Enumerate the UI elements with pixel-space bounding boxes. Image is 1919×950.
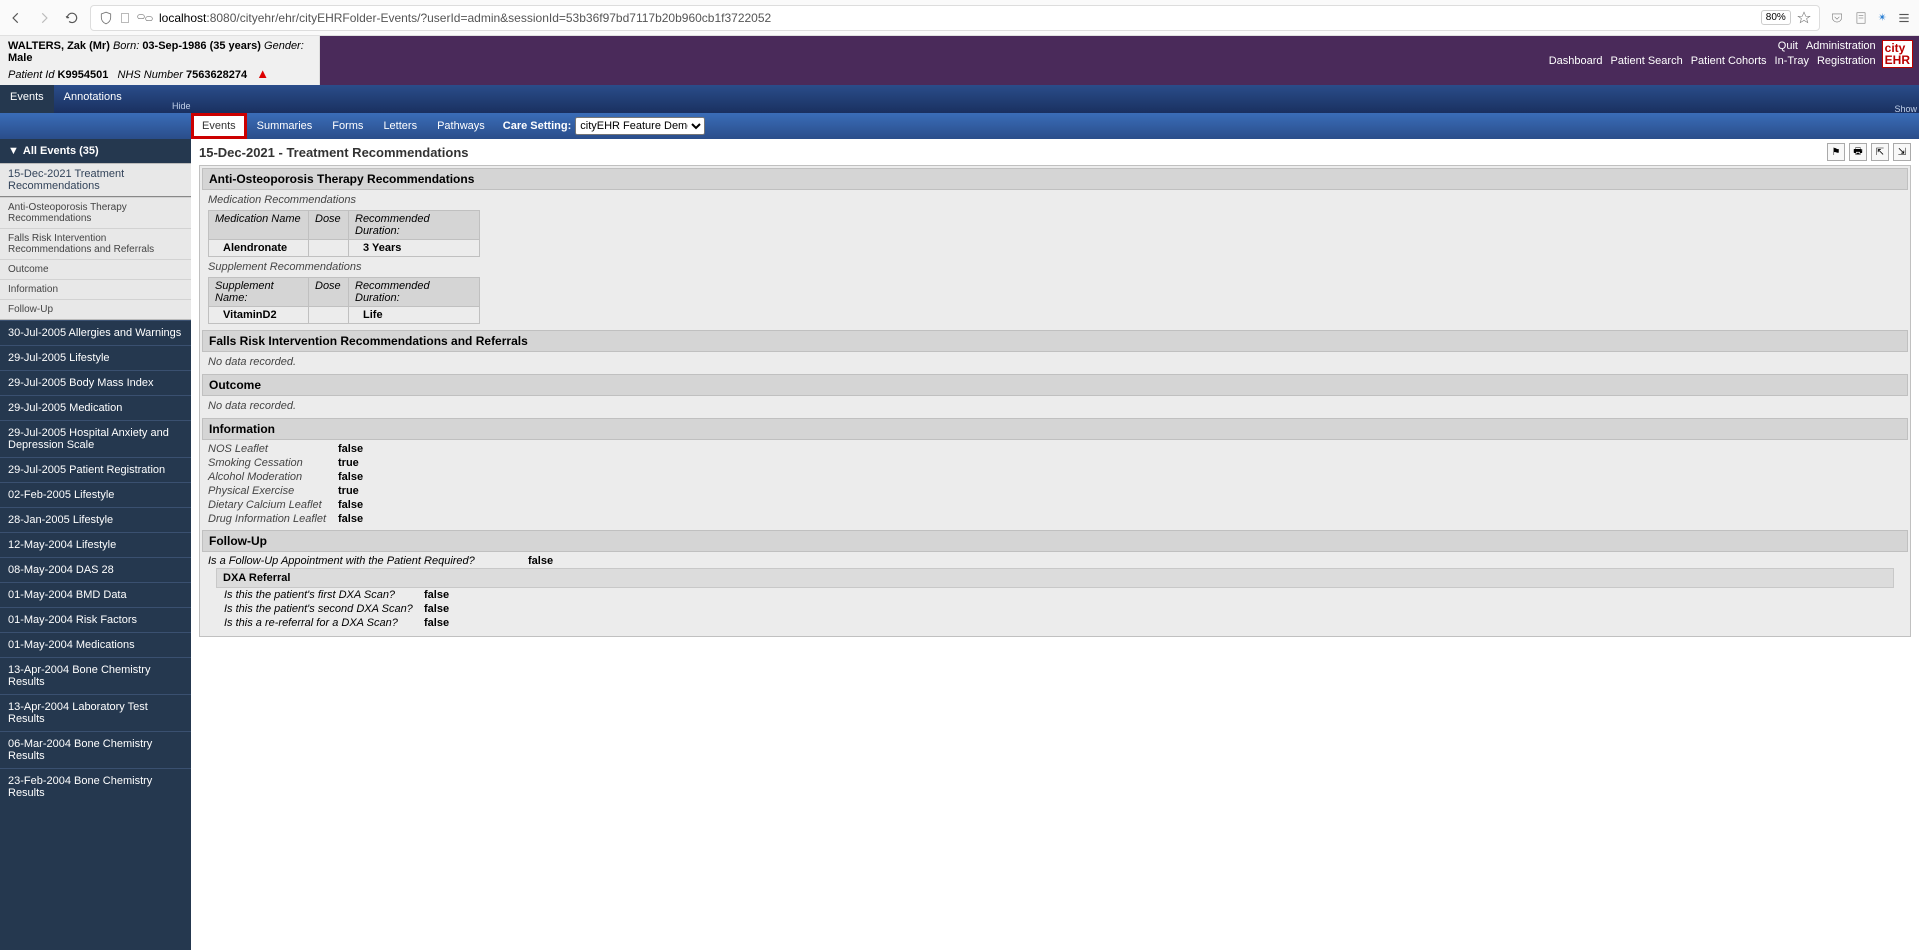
url-bar[interactable]: localhost:8080/cityehr/ehr/cityEHRFolder… [90, 5, 1820, 31]
pocket-icon[interactable] [1830, 11, 1844, 25]
caret-down-icon: ▼ [8, 145, 19, 157]
sidebar-event-item[interactable]: 01-May-2004 Risk Factors [0, 607, 191, 632]
sidebar-event-item[interactable]: 12-May-2004 Lifestyle [0, 532, 191, 557]
section-header: Follow-Up [202, 530, 1908, 552]
url-text: localhost:8080/cityehr/ehr/cityEHRFolder… [159, 11, 771, 25]
info-row: Drug Information Leafletfalse [208, 512, 1902, 526]
dxa-row: Is this the patient's first DXA Scan?fal… [216, 588, 1894, 602]
care-setting-select[interactable]: cityEHR Feature Demo [575, 117, 705, 135]
export-button[interactable]: ⇱ [1871, 143, 1889, 161]
patient-cohorts-link[interactable]: Patient Cohorts [1691, 55, 1767, 67]
content-area: 15-Dec-2021 - Treatment Recommendations … [191, 139, 1919, 950]
info-row: Dietary Calcium Leafletfalse [208, 498, 1902, 512]
browser-toolbar: localhost:8080/cityehr/ehr/cityEHRFolder… [0, 0, 1919, 36]
admin-link[interactable]: Administration [1806, 40, 1876, 52]
flag-button[interactable]: ⚑ [1827, 143, 1845, 161]
med-rec-label: Medication Recommendations [208, 192, 1902, 208]
subtab-events[interactable]: Events [191, 113, 247, 139]
content-title: 15-Dec-2021 - Treatment Recommendations [199, 145, 468, 160]
extension-icon[interactable]: ✴ [1878, 11, 1887, 24]
sup-rec-label: Supplement Recommendations [208, 259, 1902, 275]
intray-link[interactable]: In-Tray [1775, 55, 1809, 67]
events-sidebar: ▼ All Events (35) 15-Dec-2021 Treatment … [0, 139, 191, 950]
sidebar-event-item[interactable]: 02-Feb-2005 Lifestyle [0, 482, 191, 507]
dxa-header: DXA Referral [216, 568, 1894, 588]
zoom-badge[interactable]: 80% [1761, 10, 1791, 25]
main-nav: Events Annotations Hide [0, 85, 1919, 113]
no-data: No data recorded. [208, 354, 1902, 370]
warning-icon: ▲ [256, 66, 269, 81]
print-button[interactable]: 🖶 [1849, 143, 1867, 161]
app-banner: Quit Administration Dashboard Patient Se… [320, 36, 1919, 85]
info-row: Physical Exercisetrue [208, 484, 1902, 498]
page-icon [119, 11, 131, 25]
info-row: Smoking Cessationtrue [208, 456, 1902, 470]
quit-link[interactable]: Quit [1778, 40, 1798, 52]
subtab-forms[interactable]: Forms [322, 114, 373, 138]
dxa-row: Is this a re-referral for a DXA Scan?fal… [216, 616, 1894, 630]
reload-button[interactable] [64, 10, 80, 26]
sidebar-subsection[interactable]: Information [0, 279, 191, 299]
info-row: Alcohol Moderationfalse [208, 470, 1902, 484]
sidebar-subsection[interactable]: Follow-Up [0, 299, 191, 319]
sidebar-header[interactable]: ▼ All Events (35) [0, 139, 191, 163]
sub-nav: Events Summaries Forms Letters Pathways … [0, 113, 1919, 139]
dashboard-link[interactable]: Dashboard [1549, 55, 1603, 67]
sidebar-event-item[interactable]: 29-Jul-2005 Lifestyle [0, 345, 191, 370]
show-toggle[interactable]: Show [1894, 104, 1917, 114]
subtab-summaries[interactable]: Summaries [247, 114, 323, 138]
sidebar-event-item[interactable]: 13-Apr-2004 Bone Chemistry Results [0, 657, 191, 694]
menu-icon[interactable] [1897, 11, 1911, 25]
shield-icon [99, 11, 113, 25]
sidebar-event-item[interactable]: 01-May-2004 BMD Data [0, 582, 191, 607]
reader-icon[interactable] [1854, 11, 1868, 25]
followup-question: Is a Follow-Up Appointment with the Pati… [208, 554, 1902, 568]
hide-toggle[interactable]: Hide [172, 101, 191, 111]
registration-link[interactable]: Registration [1817, 55, 1876, 67]
dxa-row: Is this the patient's second DXA Scan?fa… [216, 602, 1894, 616]
sidebar-event-item[interactable]: 29-Jul-2005 Patient Registration [0, 457, 191, 482]
sidebar-event-item[interactable]: 29-Jul-2005 Body Mass Index [0, 370, 191, 395]
section-header: Anti-Osteoporosis Therapy Recommendation… [202, 168, 1908, 190]
tab-events[interactable]: Events [0, 85, 54, 113]
sidebar-event-item[interactable]: 28-Jan-2005 Lifestyle [0, 507, 191, 532]
forward-button[interactable] [36, 10, 52, 26]
sidebar-event-item[interactable]: 13-Apr-2004 Laboratory Test Results [0, 694, 191, 731]
medication-table: Medication Name Dose Recommended Duratio… [208, 210, 480, 257]
sidebar-subsection[interactable]: Anti-Osteoporosis Therapy Recommendation… [0, 197, 191, 228]
sidebar-event-item[interactable]: 30-Jul-2005 Allergies and Warnings [0, 320, 191, 345]
section-header: Information [202, 418, 1908, 440]
sidebar-subsection[interactable]: Falls Risk Intervention Recommendations … [0, 228, 191, 259]
bookmark-icon[interactable] [1797, 11, 1811, 25]
sidebar-event-item[interactable]: 08-May-2004 DAS 28 [0, 557, 191, 582]
sidebar-event-item[interactable]: 06-Mar-2004 Bone Chemistry Results [0, 731, 191, 768]
share-button[interactable]: ⇲ [1893, 143, 1911, 161]
section-header: Falls Risk Intervention Recommendations … [202, 330, 1908, 352]
subtab-letters[interactable]: Letters [373, 114, 427, 138]
sidebar-event-item[interactable]: 29-Jul-2005 Medication [0, 395, 191, 420]
care-setting-label: Care Setting: [503, 120, 571, 132]
sidebar-event-item[interactable]: 29-Jul-2005 Hospital Anxiety and Depress… [0, 420, 191, 457]
section-header: Outcome [202, 374, 1908, 396]
app-logo: cityEHR [1882, 40, 1913, 68]
supplement-table: Supplement Name: Dose Recommended Durati… [208, 277, 480, 324]
sidebar-event-item[interactable]: 01-May-2004 Medications [0, 632, 191, 657]
sidebar-event-item[interactable]: 23-Feb-2004 Bone Chemistry Results [0, 768, 191, 805]
patient-search-link[interactable]: Patient Search [1611, 55, 1683, 67]
info-row: NOS Leafletfalse [208, 442, 1902, 456]
back-button[interactable] [8, 10, 24, 26]
sidebar-subsection[interactable]: Outcome [0, 259, 191, 279]
sidebar-selected-event[interactable]: 15-Dec-2021 Treatment Recommendations [0, 163, 191, 197]
toggle-icon [137, 12, 153, 24]
subtab-pathways[interactable]: Pathways [427, 114, 495, 138]
tab-annotations[interactable]: Annotations [54, 85, 132, 113]
patient-header: WALTERS, Zak (Mr) Born: 03-Sep-1986 (35 … [0, 36, 320, 85]
no-data: No data recorded. [208, 398, 1902, 414]
